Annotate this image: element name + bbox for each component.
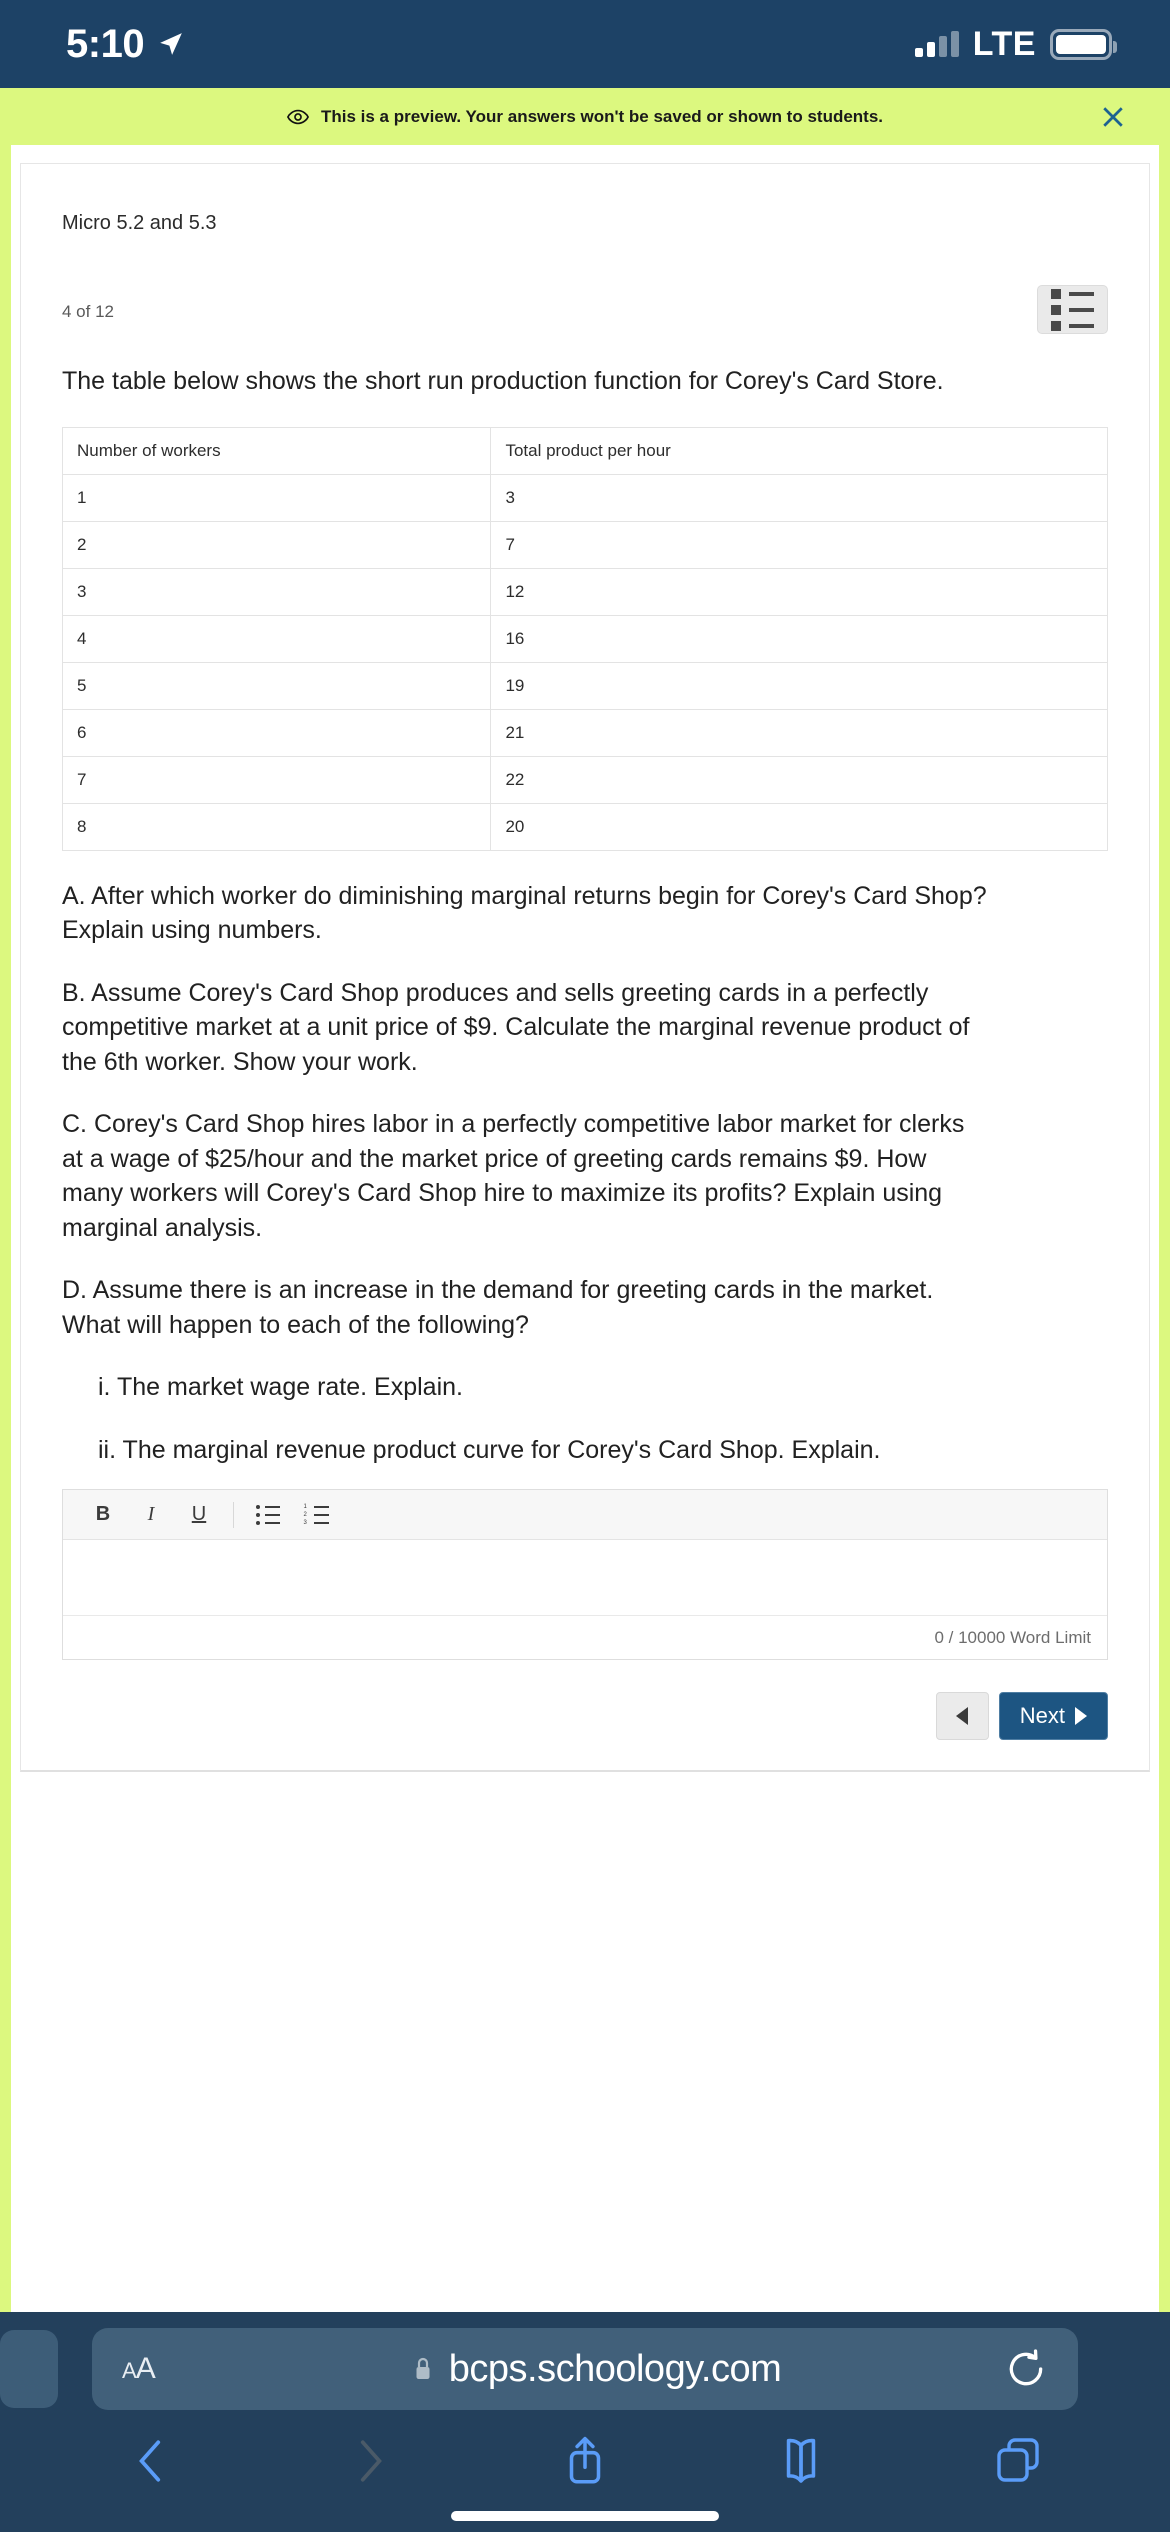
home-indicator <box>0 2500 1170 2532</box>
table-cell-workers: 7 <box>61 755 492 804</box>
adjacent-tab-peek[interactable] <box>0 2330 58 2408</box>
table-cell-workers: 1 <box>61 473 492 522</box>
battery-icon <box>1050 28 1117 60</box>
production-function-table: Number of workers Total product per hour… <box>61 426 1108 851</box>
answer-input[interactable] <box>63 1540 1107 1615</box>
text-size-label: A <box>135 2352 156 2385</box>
italic-button[interactable]: I <box>127 1490 175 1540</box>
address-bar-content: bcps.schoology.com <box>206 2348 988 2391</box>
table-header-row: Number of workers Total product per hour <box>61 426 1108 475</box>
numbered-list-icon[interactable]: 123 <box>292 1490 340 1540</box>
status-bar-right: LTE <box>914 24 1117 64</box>
page-title: Micro 5.2 and 5.3 <box>62 212 217 234</box>
triangle-left-icon <box>956 1707 969 1725</box>
address-bar[interactable]: AA bcps.schoology.com <box>92 2328 1078 2410</box>
table-cell-output: 22 <box>490 755 1108 804</box>
table-cell-output: 3 <box>490 473 1108 522</box>
browser-webview: This is a preview. Your answers won't be… <box>0 88 1170 2312</box>
table-cell-workers: 6 <box>61 708 492 757</box>
table-cell-workers: 8 <box>61 802 492 851</box>
table-cell-output: 16 <box>490 614 1108 663</box>
table-cell-workers: 2 <box>61 520 492 569</box>
url-bar-row: AA bcps.schoology.com <box>0 2312 1170 2422</box>
table-row: 3 12 <box>61 567 1108 616</box>
next-question-button[interactable]: Next <box>998 1692 1108 1740</box>
toolbar-divider <box>233 1501 234 1528</box>
underline-button[interactable]: U <box>175 1490 223 1540</box>
status-bar-left: 5:10 <box>66 22 184 67</box>
url-text: bcps.schoology.com <box>448 2347 782 2390</box>
previous-question-button[interactable] <box>935 1692 989 1740</box>
browser-toolbar <box>0 2422 1170 2500</box>
cellular-signal-icon <box>914 31 959 57</box>
book-icon[interactable] <box>756 2426 846 2496</box>
tabs-icon[interactable] <box>973 2426 1063 2496</box>
assessment-card: Micro 5.2 and 5.3 4 of 12 The table belo… <box>20 163 1150 1772</box>
preview-banner: This is a preview. Your answers won't be… <box>0 88 1170 145</box>
chevron-right-icon <box>324 2426 414 2496</box>
table-cell-output: 19 <box>490 661 1108 710</box>
text-size-button[interactable]: AA <box>122 2352 206 2386</box>
table-cell-workers: 5 <box>61 661 492 710</box>
chevron-left-icon[interactable] <box>107 2426 197 2496</box>
question-part-d-ii: ii. The marginal revenue product curve f… <box>98 1435 881 1464</box>
table-row: 7 22 <box>61 755 1108 804</box>
answer-editor: B I U 123 0 / 10000 Word Limit <box>62 1489 1108 1660</box>
question-part-d: D. Assume there is an increase in the de… <box>62 1276 934 1339</box>
word-limit-counter: 0 / 10000 Word Limit <box>63 1615 1107 1659</box>
ios-status-bar: 5:10 LTE <box>0 0 1170 88</box>
numbered-list-glyph: 123 <box>304 1504 329 1526</box>
triangle-right-icon <box>1075 1707 1087 1725</box>
question-meta-row: 4 of 12 <box>62 285 1108 334</box>
reload-icon[interactable] <box>988 2347 1048 2391</box>
table-row: 4 16 <box>61 614 1108 663</box>
table-row: 6 21 <box>61 708 1108 757</box>
share-icon[interactable] <box>540 2426 630 2496</box>
question-part-b: B. Assume Corey's Card Shop produces and… <box>62 978 970 1076</box>
bullet-list-glyph <box>256 1504 280 1525</box>
table-header-cell: Number of workers <box>61 426 492 475</box>
table-row: 2 7 <box>61 520 1108 569</box>
table-cell-output: 12 <box>490 567 1108 616</box>
table-row: 8 20 <box>61 802 1108 851</box>
table-row: 1 3 <box>61 473 1108 522</box>
location-arrow-icon <box>158 31 184 57</box>
page-scroll-area[interactable]: Micro 5.2 and 5.3 4 of 12 The table belo… <box>11 145 1159 2312</box>
eye-icon <box>286 106 309 128</box>
bullet-list-icon[interactable] <box>244 1490 292 1540</box>
lock-icon <box>413 2356 433 2382</box>
next-button-label: Next <box>1019 1703 1065 1728</box>
question-part-a: A. After which worker do diminishing mar… <box>62 881 987 945</box>
preview-banner-message: This is a preview. Your answers won't be… <box>320 106 884 126</box>
bold-button[interactable]: B <box>79 1490 127 1540</box>
close-icon[interactable] <box>1098 102 1128 132</box>
table-row: 5 19 <box>61 661 1108 710</box>
list-glyph <box>1051 288 1094 331</box>
safari-bottom-bar: AA bcps.schoology.com <box>0 2312 1170 2532</box>
question-part-c: C. Corey's Card Shop hires labor in a pe… <box>62 1110 965 1242</box>
table-cell-output: 7 <box>490 520 1108 569</box>
table-cell-output: 21 <box>490 708 1108 757</box>
editor-toolbar: B I U 123 <box>63 1490 1107 1540</box>
preview-banner-content: This is a preview. Your answers won't be… <box>286 106 884 128</box>
table-header-cell: Total product per hour <box>490 426 1108 475</box>
question-counter: 4 of 12 <box>62 302 114 321</box>
list-view-icon[interactable] <box>1037 285 1108 334</box>
table-cell-workers: 3 <box>61 567 492 616</box>
question-part-d-i: i. The market wage rate. Explain. <box>98 1373 463 1401</box>
status-bar-clock: 5:10 <box>66 21 145 66</box>
network-type-label: LTE <box>972 24 1036 63</box>
home-indicator-bar <box>451 2511 719 2521</box>
table-cell-output: 20 <box>490 802 1108 851</box>
question-prompt: The table below shows the short run prod… <box>62 367 944 395</box>
table-cell-workers: 4 <box>61 614 492 663</box>
navigation-row: Next <box>62 1692 1108 1740</box>
